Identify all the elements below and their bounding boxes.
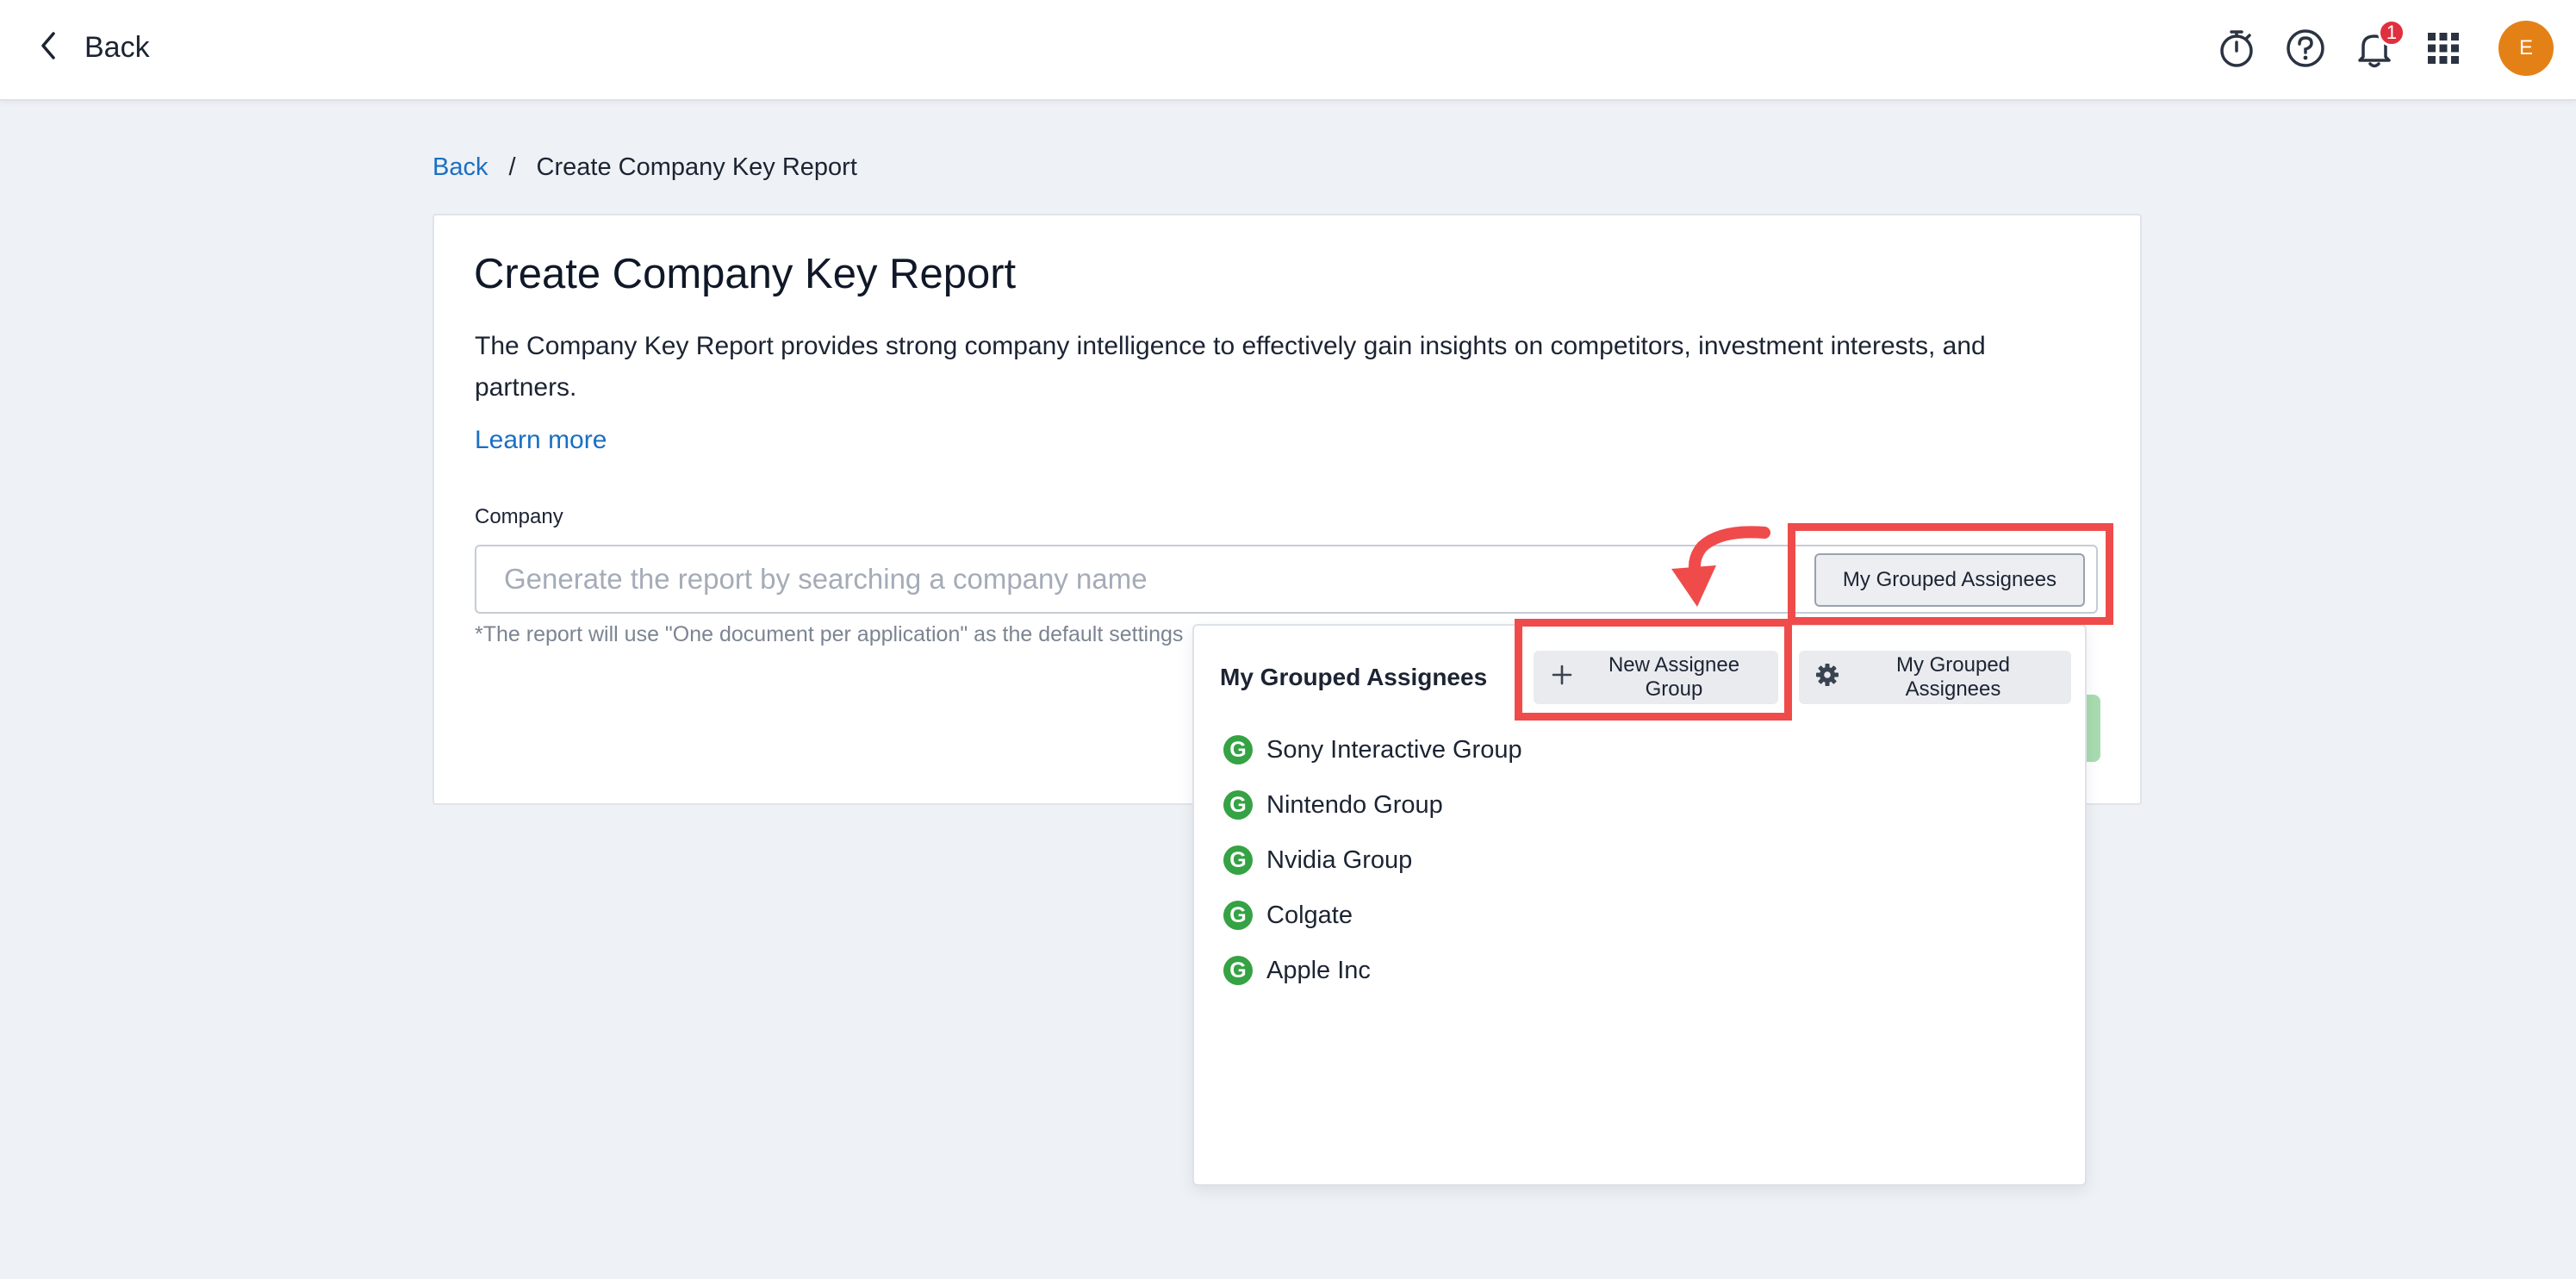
grouped-assignees-button[interactable]: My Grouped Assignees <box>1814 553 2085 607</box>
list-item[interactable]: G Sony Interactive Group <box>1223 722 1999 777</box>
avatar[interactable]: E <box>2498 21 2554 76</box>
top-bar: Back 1 E <box>0 0 2576 101</box>
report-description: The Company Key Report provides strong c… <box>475 326 2094 409</box>
group-name: Sony Interactive Group <box>1266 736 1522 764</box>
group-name: Colgate <box>1266 902 1353 930</box>
timer-icon[interactable] <box>2214 26 2259 71</box>
group-icon: G <box>1223 790 1253 820</box>
new-assignee-group-label: New Assignee Group <box>1585 653 1763 702</box>
breadcrumb-current: Create Company Key Report <box>537 153 857 182</box>
bell-icon[interactable]: 1 <box>2352 26 2397 71</box>
company-field-label: Company <box>475 505 563 529</box>
help-icon[interactable] <box>2283 26 2328 71</box>
group-icon: G <box>1223 956 1253 985</box>
group-icon: G <box>1223 901 1253 930</box>
plus-icon <box>1549 662 1575 694</box>
chevron-left-icon <box>36 30 62 66</box>
list-item[interactable]: G Apple Inc <box>1223 943 1999 998</box>
learn-more-link[interactable]: Learn more <box>475 426 607 455</box>
assignee-group-list: G Sony Interactive Group G Nintendo Grou… <box>1223 722 1999 998</box>
breadcrumb-back-link[interactable]: Back <box>432 153 488 182</box>
breadcrumb-separator: / <box>508 153 515 182</box>
list-item[interactable]: G Colgate <box>1223 888 1999 943</box>
new-assignee-group-button[interactable]: New Assignee Group <box>1534 651 1778 704</box>
list-item[interactable]: G Nvidia Group <box>1223 833 1999 888</box>
breadcrumb: Back / Create Company Key Report <box>432 148 857 186</box>
default-settings-hint: *The report will use "One document per a… <box>475 622 1198 647</box>
group-icon: G <box>1223 735 1253 764</box>
gear-icon <box>1814 662 1840 694</box>
back-label: Back <box>84 31 150 65</box>
list-item[interactable]: G Nintendo Group <box>1223 777 1999 833</box>
dropdown-title: My Grouped Assignees <box>1220 664 1487 691</box>
top-icons: 1 E <box>2214 0 2576 101</box>
group-name: Nintendo Group <box>1266 791 1443 820</box>
notification-badge: 1 <box>2378 19 2405 47</box>
manage-grouped-assignees-label: My Grouped Assignees <box>1851 653 2056 702</box>
apps-grid-icon[interactable] <box>2421 26 2466 71</box>
page-title: Create Company Key Report <box>474 250 1016 298</box>
group-name: Apple Inc <box>1266 957 1371 985</box>
manage-grouped-assignees-button[interactable]: My Grouped Assignees <box>1799 651 2071 704</box>
group-icon: G <box>1223 845 1253 875</box>
group-name: Nvidia Group <box>1266 846 1412 875</box>
back-button[interactable]: Back <box>36 24 150 71</box>
